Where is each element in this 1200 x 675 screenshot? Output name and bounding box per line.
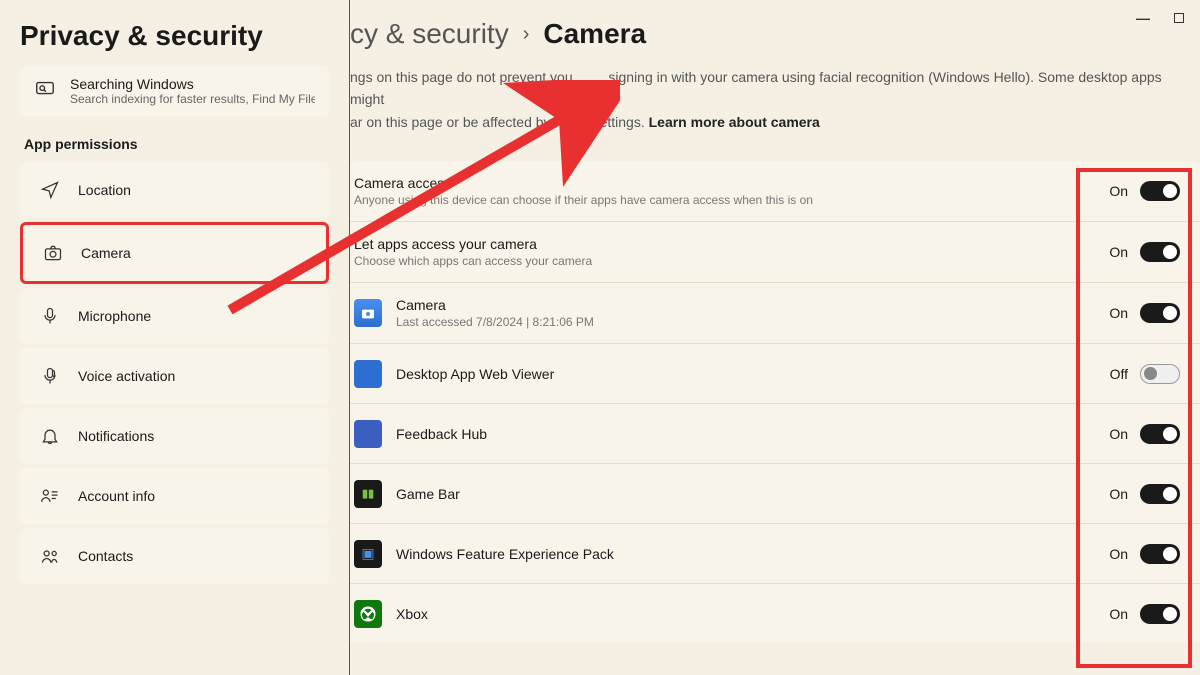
- page-description: ngs on this page do not prevent you from…: [350, 66, 1200, 133]
- toggle-label: Off: [1110, 366, 1128, 382]
- app-subtitle: Last accessed 7/8/2024 | 8:21:06 PM: [396, 315, 1095, 329]
- notifications-icon: [40, 426, 60, 446]
- toggle-label: On: [1109, 183, 1128, 199]
- app-row-game-bar[interactable]: ▮▮ Game Bar On: [350, 463, 1200, 523]
- app-name: Windows Feature Experience Pack: [396, 546, 1095, 562]
- app-icon-feedback-hub: [354, 420, 382, 448]
- app-icon-game-bar: ▮▮: [354, 480, 382, 508]
- app-row-camera[interactable]: Camera Last accessed 7/8/2024 | 8:21:06 …: [350, 282, 1200, 343]
- searching-windows-title: Searching Windows: [70, 76, 315, 92]
- setting-subtitle: Anyone using this device can choose if t…: [354, 193, 1095, 207]
- account-info-icon: [40, 486, 60, 506]
- sidebar-title: Privacy & security: [20, 0, 329, 66]
- sidebar-item-label: Account info: [78, 488, 155, 504]
- toggle-app-xbox[interactable]: [1140, 604, 1180, 624]
- setting-camera-access[interactable]: Camera access Anyone using this device c…: [350, 161, 1200, 221]
- sidebar-item-camera[interactable]: Camera: [20, 222, 329, 284]
- setting-title: Let apps access your camera: [354, 236, 1095, 252]
- voice-activation-icon: [40, 366, 60, 386]
- setting-let-apps[interactable]: Let apps access your camera Choose which…: [350, 221, 1200, 282]
- app-name: Desktop App Web Viewer: [396, 366, 1096, 382]
- app-row-desktop-web-viewer[interactable]: Desktop App Web Viewer Off: [350, 343, 1200, 403]
- sidebar-item-label: Location: [78, 182, 131, 198]
- app-row-feedback-hub[interactable]: Feedback Hub On: [350, 403, 1200, 463]
- app-row-wfep[interactable]: ▣ Windows Feature Experience Pack On: [350, 523, 1200, 583]
- sidebar-item-notifications[interactable]: Notifications: [20, 408, 329, 464]
- app-name: Game Bar: [396, 486, 1095, 502]
- sidebar-item-contacts[interactable]: Contacts: [20, 528, 329, 584]
- breadcrumb-current: Camera: [543, 18, 646, 50]
- sidebar-item-label: Notifications: [78, 428, 154, 444]
- sidebar-item-label: Voice activation: [78, 368, 175, 384]
- camera-icon: [43, 243, 63, 263]
- breadcrumb: cy & security › Camera: [350, 0, 1200, 66]
- sidebar-item-microphone[interactable]: Microphone: [20, 288, 329, 344]
- sidebar-item-account-info[interactable]: Account info: [20, 468, 329, 524]
- app-name: Feedback Hub: [396, 426, 1095, 442]
- maximize-button[interactable]: [1174, 10, 1184, 26]
- app-icon-desktop-web-viewer: [354, 360, 382, 388]
- app-row-xbox[interactable]: Xbox On: [350, 583, 1200, 643]
- app-name: Xbox: [396, 606, 1095, 622]
- main-panel: — cy & security › Camera ngs on this pag…: [350, 0, 1200, 675]
- section-label-app-permissions: App permissions: [24, 136, 329, 152]
- sidebar-item-voice-activation[interactable]: Voice activation: [20, 348, 329, 404]
- toggle-app-feedback-hub[interactable]: [1140, 424, 1180, 444]
- searching-windows-desc: Search indexing for faster results, Find…: [70, 92, 315, 106]
- toggle-label: On: [1109, 426, 1128, 442]
- breadcrumb-parent[interactable]: cy & security: [350, 18, 509, 50]
- toggle-camera-access[interactable]: [1140, 181, 1180, 201]
- sidebar-item-label: Camera: [81, 245, 131, 261]
- toggle-app-camera[interactable]: [1140, 303, 1180, 323]
- toggle-app-wfep[interactable]: [1140, 544, 1180, 564]
- microphone-icon: [40, 306, 60, 326]
- toggle-let-apps[interactable]: [1140, 242, 1180, 262]
- app-icon-wfep: ▣: [354, 540, 382, 568]
- toggle-label: On: [1109, 486, 1128, 502]
- chevron-right-icon: ›: [523, 23, 530, 46]
- setting-subtitle: Choose which apps can access your camera: [354, 254, 1095, 268]
- sidebar-item-searching-windows[interactable]: Searching Windows Search indexing for fa…: [20, 66, 329, 116]
- location-icon: [40, 180, 60, 200]
- contacts-icon: [40, 546, 60, 566]
- window-controls: —: [1136, 10, 1184, 26]
- sidebar-item-location[interactable]: Location: [20, 162, 329, 218]
- app-icon-xbox: [354, 600, 382, 628]
- minimize-button[interactable]: —: [1136, 10, 1150, 26]
- toggle-label: On: [1109, 546, 1128, 562]
- toggle-label: On: [1109, 244, 1128, 260]
- toggle-label: On: [1109, 305, 1128, 321]
- app-name: Camera: [396, 297, 1095, 313]
- settings-list: Camera access Anyone using this device c…: [350, 161, 1200, 643]
- toggle-app-desktop-web-viewer[interactable]: [1140, 364, 1180, 384]
- learn-more-link[interactable]: Learn more about camera: [649, 114, 820, 130]
- sidebar-item-label: Contacts: [78, 548, 133, 564]
- sidebar-item-label: Microphone: [78, 308, 151, 324]
- setting-title: Camera access: [354, 175, 1095, 191]
- search-windows-icon: [34, 78, 56, 105]
- app-icon-camera: [354, 299, 382, 327]
- toggle-app-game-bar[interactable]: [1140, 484, 1180, 504]
- toggle-label: On: [1109, 606, 1128, 622]
- sidebar: Privacy & security Searching Windows Sea…: [0, 0, 350, 675]
